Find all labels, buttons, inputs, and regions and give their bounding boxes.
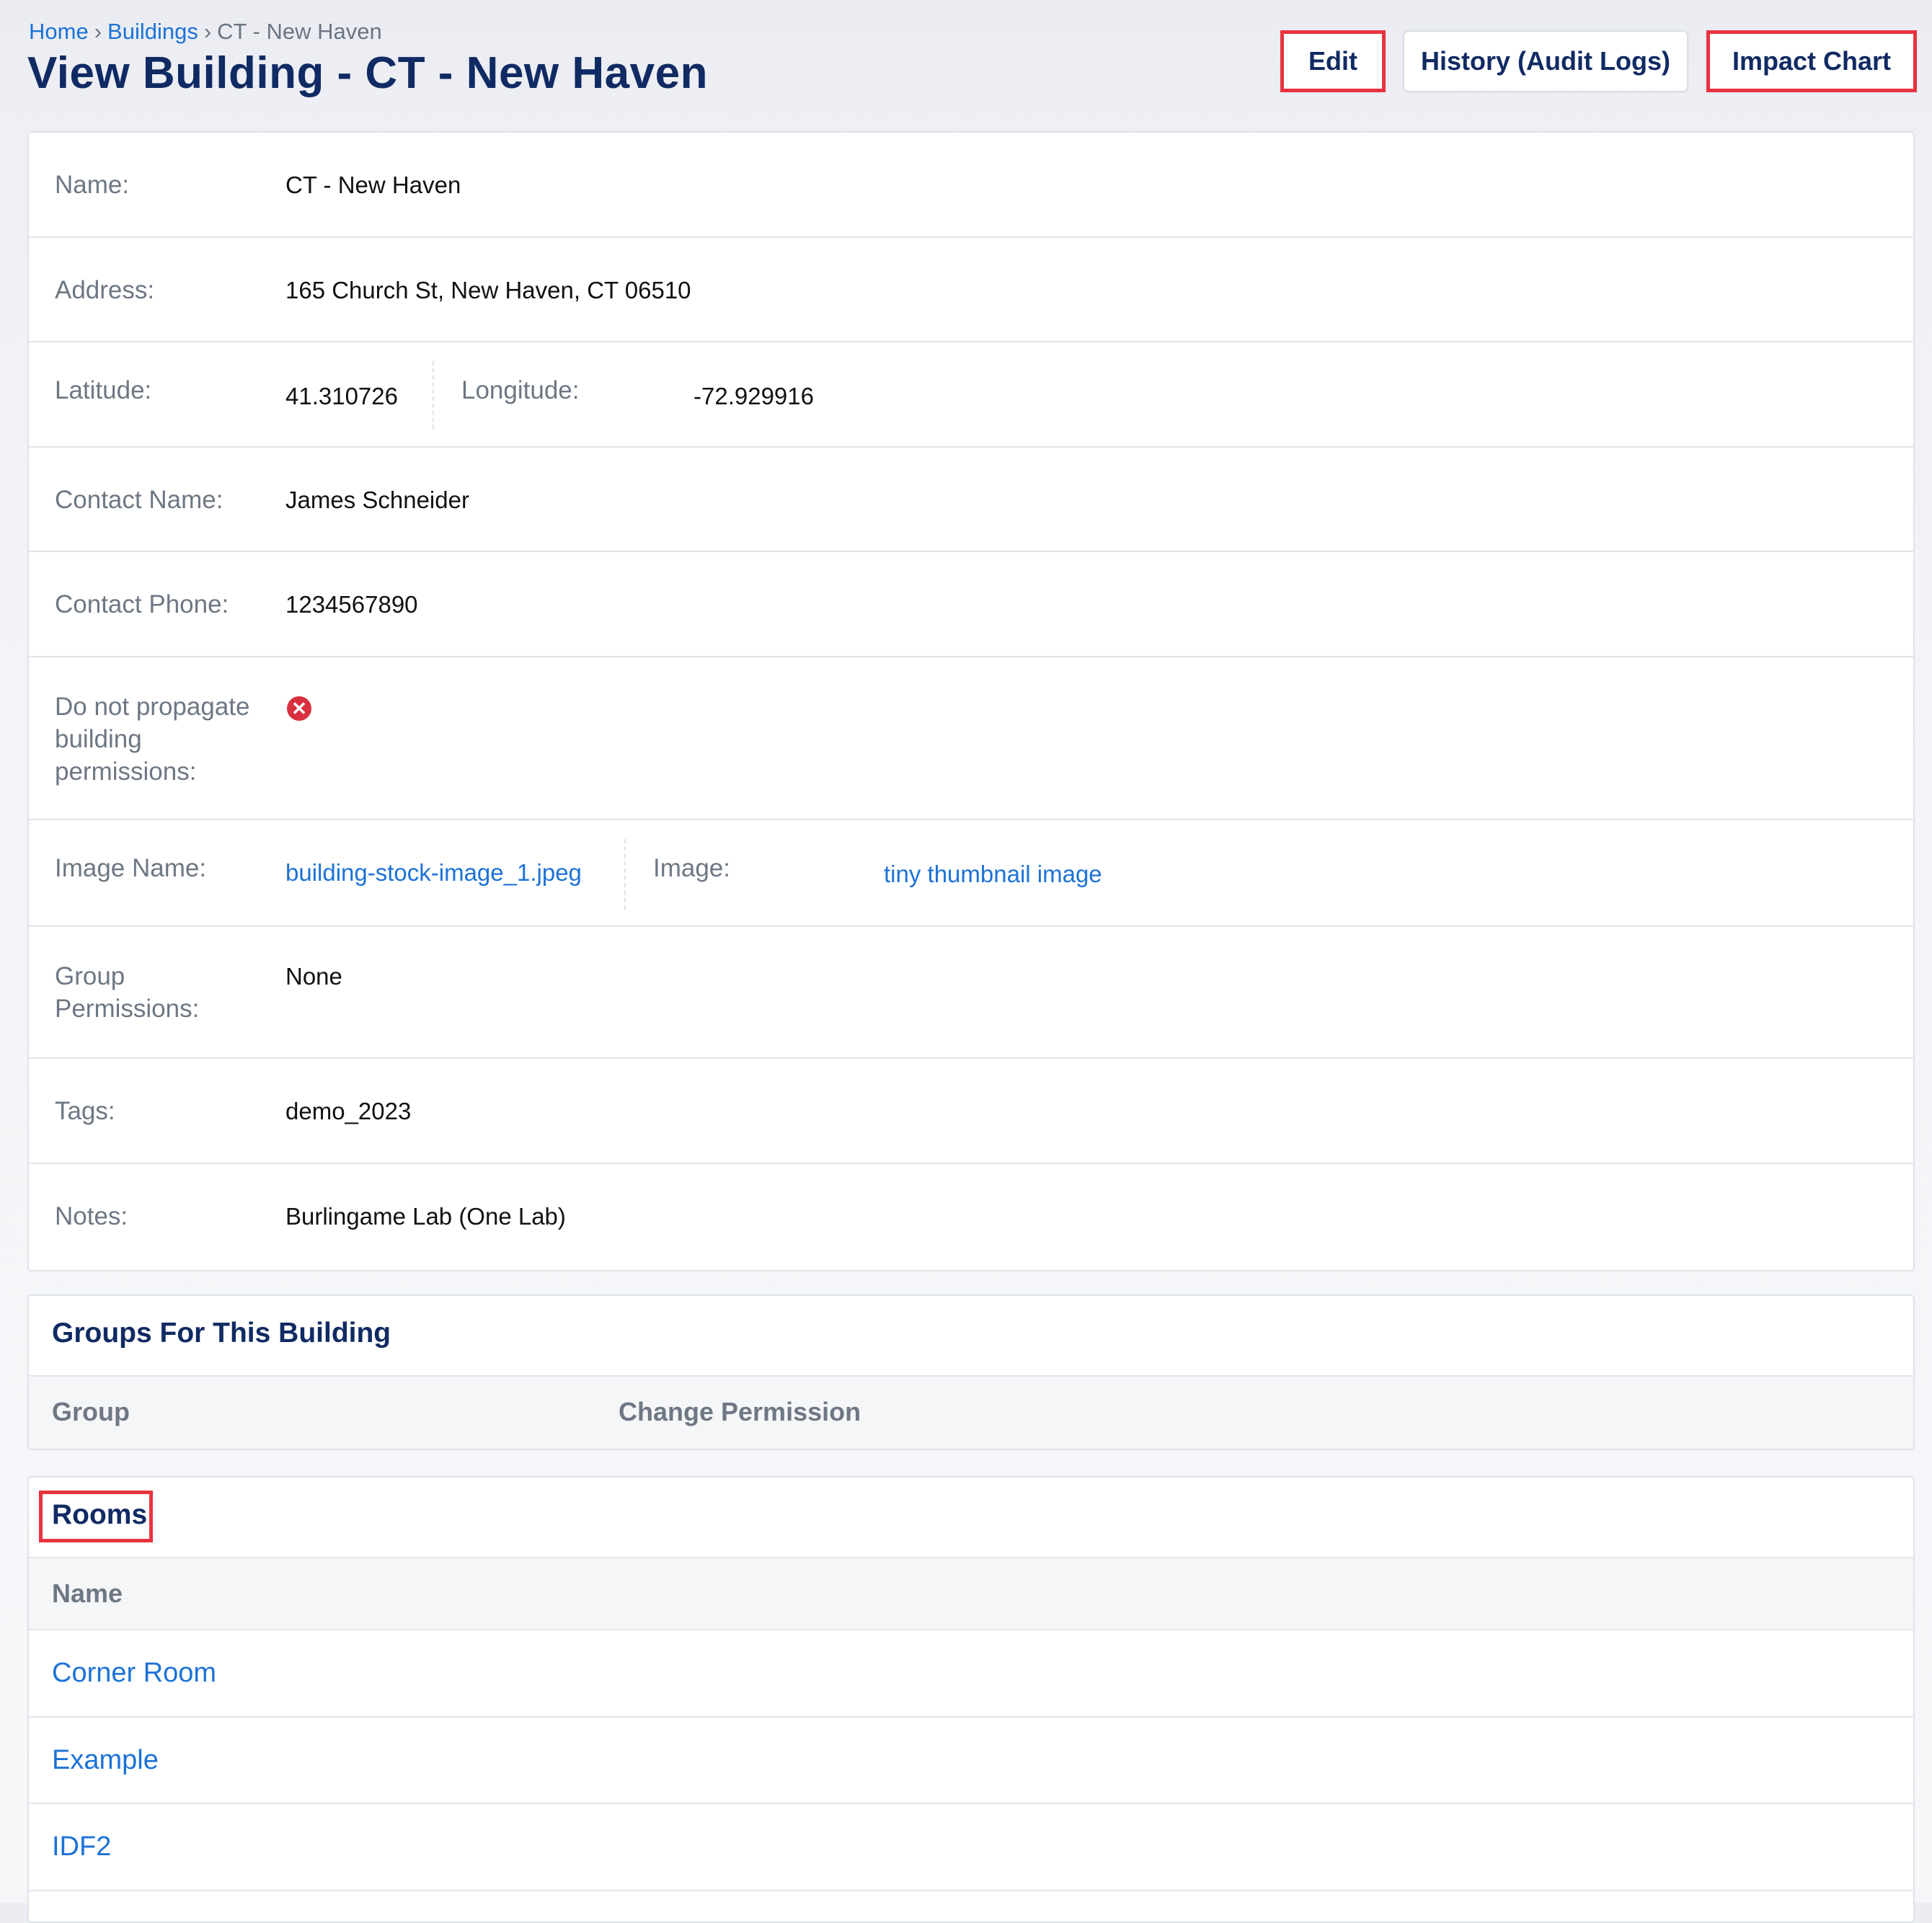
- detail-row-address: Address: 165 Church St, New Haven, CT 06…: [29, 238, 1913, 342]
- image-thumbnail-link[interactable]: tiny thumbnail image: [884, 858, 1102, 890]
- page-title: View Building - CT - New Haven: [27, 48, 708, 98]
- label-line: Group: [55, 962, 125, 990]
- longitude-value: -72.929916: [694, 383, 814, 409]
- room-link[interactable]: Corner Room: [52, 1658, 216, 1689]
- notes-value: Burlingame Lab (One Lab): [285, 1203, 566, 1230]
- detail-row-name: Name: CT - New Haven: [29, 133, 1913, 238]
- label-line: Permissions:: [55, 995, 200, 1023]
- history-audit-logs-button[interactable]: History (Audit Logs): [1403, 30, 1688, 92]
- impact-chart-button[interactable]: Impact Chart: [1706, 30, 1917, 92]
- contact-phone-value: 1234567890: [285, 591, 418, 618]
- table-row: Example: [29, 1718, 1913, 1804]
- rooms-table-header: Name: [29, 1557, 1913, 1630]
- longitude-label: Longitude:: [461, 376, 580, 404]
- detail-row-contact-name: Contact Name: James Schneider: [29, 448, 1913, 552]
- x-circle-icon: ✕: [287, 696, 311, 721]
- detail-row-image: Image Name: building-stock-image_1.jpeg …: [29, 820, 1913, 927]
- breadcrumb-buildings-link[interactable]: Buildings: [107, 19, 198, 44]
- column-divider: [433, 361, 434, 429]
- notes-label: Notes:: [55, 1202, 128, 1230]
- image-name-link[interactable]: building-stock-image_1.jpeg: [285, 856, 582, 889]
- label-line: Do not propagate: [55, 693, 250, 721]
- groups-table-header: Group Change Permission: [29, 1375, 1913, 1449]
- rooms-section-title: Rooms: [52, 1499, 148, 1530]
- label-line: building: [55, 725, 142, 753]
- room-link[interactable]: Example: [52, 1745, 159, 1776]
- building-details-card: Name: CT - New Haven Address: 165 Church…: [27, 131, 1915, 1271]
- column-header-group[interactable]: Group: [52, 1397, 130, 1427]
- breadcrumb: Home › Buildings › CT - New Haven: [29, 19, 382, 45]
- contact-phone-label: Contact Phone:: [55, 590, 229, 618]
- address-value: 165 Church St, New Haven, CT 06510: [285, 277, 691, 303]
- column-header-change-permission[interactable]: Change Permission: [619, 1397, 861, 1427]
- label-line: permissions:: [55, 758, 197, 786]
- tags-value: demo_2023: [285, 1098, 412, 1124]
- latitude-value: 41.310726: [285, 383, 398, 409]
- column-divider: [624, 839, 626, 910]
- detail-row-tags: Tags: demo_2023: [29, 1059, 1913, 1164]
- column-header-name[interactable]: Name: [52, 1578, 123, 1609]
- rooms-card: Rooms Name Corner Room Example IDF2: [27, 1476, 1915, 1923]
- contact-name-label: Contact Name:: [55, 486, 223, 514]
- detail-row-notes: Notes: Burlingame Lab (One Lab): [29, 1164, 1913, 1270]
- breadcrumb-home-link[interactable]: Home: [29, 19, 89, 44]
- breadcrumb-separator: ›: [203, 19, 212, 44]
- detail-row-contact-phone: Contact Phone: 1234567890: [29, 552, 1913, 657]
- edit-button[interactable]: Edit: [1280, 30, 1386, 92]
- detail-row-group-permissions: Group Permissions: None: [29, 927, 1913, 1059]
- group-permissions-value: None: [285, 963, 342, 990]
- contact-name-value: James Schneider: [285, 487, 469, 513]
- do-not-propagate-label: Do not propagate building permissions:: [55, 690, 249, 788]
- groups-section-title: Groups For This Building: [52, 1318, 391, 1349]
- image-label: Image:: [653, 854, 730, 882]
- name-value: CT - New Haven: [285, 172, 461, 198]
- groups-card: Groups For This Building Group Change Pe…: [27, 1294, 1915, 1450]
- table-row: IDF2: [29, 1804, 1913, 1891]
- group-permissions-label: Group Permissions:: [55, 960, 199, 1025]
- address-label: Address:: [55, 276, 155, 304]
- breadcrumb-separator: ›: [94, 19, 102, 44]
- table-row: Corner Room: [29, 1630, 1913, 1718]
- detail-row-coordinates: Latitude: 41.310726 Longitude: -72.92991…: [29, 342, 1913, 448]
- breadcrumb-current: CT - New Haven: [217, 19, 382, 44]
- latitude-label: Latitude:: [55, 376, 152, 404]
- tags-label: Tags:: [55, 1097, 115, 1125]
- image-name-label: Image Name:: [55, 854, 207, 882]
- name-label: Name:: [55, 171, 130, 199]
- room-link[interactable]: IDF2: [52, 1831, 111, 1862]
- detail-row-do-not-propagate: Do not propagate building permissions: ✕: [29, 657, 1913, 820]
